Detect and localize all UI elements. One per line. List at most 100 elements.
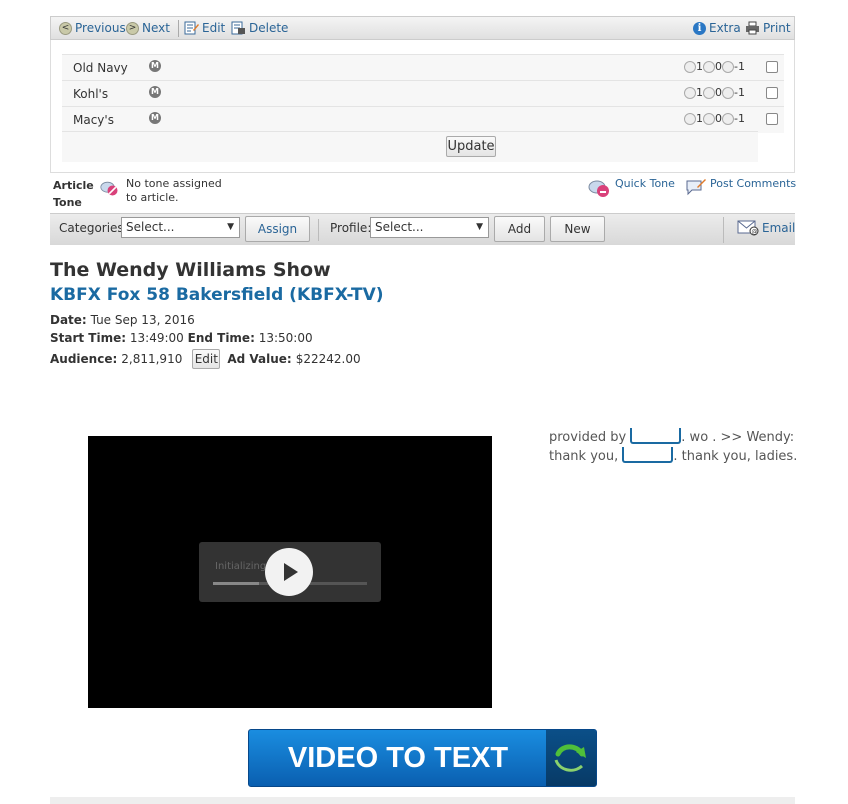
comment-icon (686, 179, 706, 196)
tone-row: Macy's M 1 0 -1 (62, 106, 784, 133)
divider (318, 219, 319, 241)
tone-radio-neutral[interactable] (703, 112, 715, 125)
extra-label: Extra (709, 21, 741, 35)
transcript-highlight[interactable] (622, 447, 674, 463)
edit-icon (184, 21, 199, 35)
info-icon: i (693, 21, 706, 35)
assign-button[interactable]: Assign (245, 216, 310, 242)
tone-radio-positive[interactable] (684, 112, 696, 125)
tone-radio-neutral[interactable] (703, 86, 715, 99)
tone-panel: Old Navy M 1 0 -1 Kohl's M 1 0 -1 Macy's… (50, 40, 795, 173)
video-player[interactable]: Initializing (88, 436, 492, 708)
email-button[interactable]: @ Email (737, 220, 795, 236)
dropdown-arrow-icon: ▼ (227, 222, 234, 232)
refresh-arrow-icon (554, 744, 586, 772)
ad-value: $22242.00 (295, 352, 361, 366)
start-time-value: 13:49:00 (129, 331, 184, 345)
update-button[interactable]: Update (446, 136, 496, 157)
tone-row: Old Navy M 1 0 -1 (62, 54, 784, 81)
transcript-text: provided by . wo . >> Wendy: thank you, … (549, 428, 799, 466)
tone-radio-group: 1 0 -1 (684, 112, 745, 125)
post-comments-button[interactable]: Post Comments (685, 177, 796, 197)
tone-status-line1: No tone assigned (126, 177, 222, 190)
play-icon (284, 563, 298, 581)
new-button[interactable]: New (550, 216, 605, 242)
banner-arrow-box (546, 730, 596, 786)
delete-button[interactable]: Delete (231, 21, 288, 35)
article-tone-label-line2: Tone (53, 196, 82, 209)
tone-status: No tone assigned to article. (126, 177, 222, 205)
print-label: Print (763, 21, 791, 35)
delete-label: Delete (249, 21, 289, 35)
video-to-text-banner[interactable]: VIDEO TO TEXT (248, 729, 597, 787)
radio-label: 0 (715, 86, 722, 99)
m-badge-icon: M (149, 60, 161, 72)
radio-label: 1 (696, 60, 703, 73)
date-label: Date: (50, 313, 87, 327)
chevron-right-icon: > (126, 21, 139, 35)
no-tone-icon (100, 181, 118, 196)
tone-radio-negative[interactable] (722, 60, 734, 73)
end-time-value: 13:50:00 (258, 331, 313, 345)
radio-label: 0 (715, 60, 722, 73)
edit-button[interactable]: Edit (184, 21, 225, 35)
date-value: Tue Sep 13, 2016 (90, 313, 195, 327)
end-time-label: End Time: (187, 331, 255, 345)
radio-label: -1 (734, 60, 745, 73)
article-title: The Wendy Williams Show (50, 259, 331, 281)
tone-radio-positive[interactable] (684, 60, 696, 73)
dropdown-arrow-icon: ▼ (476, 222, 483, 232)
start-time-label: Start Time: (50, 331, 127, 345)
print-button[interactable]: Print (745, 21, 791, 35)
transcript-highlight[interactable] (630, 428, 682, 444)
tone-row-checkbox[interactable] (766, 87, 778, 99)
previous-label: Previous (75, 21, 126, 35)
svg-text:@: @ (752, 229, 758, 236)
next-button[interactable]: > Next (126, 21, 170, 35)
extra-button[interactable]: i Extra (693, 21, 741, 35)
quick-tone-button[interactable]: Quick Tone (588, 177, 675, 199)
categories-label: Categories: (59, 221, 128, 235)
tone-row-checkbox[interactable] (766, 61, 778, 73)
profile-select[interactable]: Select... ▼ (370, 217, 489, 238)
transcript-fragment: . wo . >> Wendy: (681, 430, 795, 445)
next-label: Next (142, 21, 170, 35)
tone-radio-negative[interactable] (722, 112, 734, 125)
ad-value-label: Ad Value: (227, 352, 292, 366)
article-tone-label: Article Tone (53, 177, 94, 211)
video-loading-overlay: Initializing (199, 542, 381, 602)
play-button[interactable] (265, 548, 313, 596)
audience-line: Audience: 2,811,910 Edit Ad Value: $2224… (50, 349, 361, 369)
previous-button[interactable]: < Previous (59, 21, 126, 35)
audience-label: Audience: (50, 352, 118, 366)
record-toolbar: < Previous > Next Edit Delete i Extra Pr… (50, 16, 795, 40)
tone-radio-neutral[interactable] (703, 60, 715, 73)
audience-value: 2,811,910 (121, 352, 183, 366)
footer-strip (50, 797, 795, 804)
chevron-left-icon: < (59, 21, 72, 35)
divider (723, 217, 724, 243)
m-badge-icon: M (149, 112, 161, 124)
tone-radio-group: 1 0 -1 (684, 60, 745, 73)
tone-row-name: Kohl's (73, 87, 109, 101)
printer-icon (746, 21, 759, 35)
article-tone-label-line1: Article (53, 179, 94, 192)
categories-select[interactable]: Select... ▼ (121, 217, 240, 238)
tone-radio-group: 1 0 -1 (684, 86, 745, 99)
profile-select-value: Select... (375, 220, 424, 234)
radio-label: 1 (696, 112, 703, 125)
radio-label: 1 (696, 86, 703, 99)
quick-tone-icon (588, 180, 609, 197)
tone-radio-positive[interactable] (684, 86, 696, 99)
edit-audience-button[interactable]: Edit (192, 349, 221, 369)
add-button[interactable]: Add (494, 216, 545, 242)
tone-radio-negative[interactable] (722, 86, 734, 99)
station-name: KBFX Fox 58 Bakersfield (KBFX-TV) (50, 285, 384, 305)
categories-select-value: Select... (126, 220, 175, 234)
edit-label: Edit (202, 21, 226, 35)
transcript-fragment: . thank you, ladies. (673, 449, 798, 464)
delete-icon (231, 21, 245, 35)
tone-row-checkbox[interactable] (766, 113, 778, 125)
tone-row: Kohl's M 1 0 -1 (62, 80, 784, 107)
post-comments-label: Post Comments (710, 177, 797, 190)
